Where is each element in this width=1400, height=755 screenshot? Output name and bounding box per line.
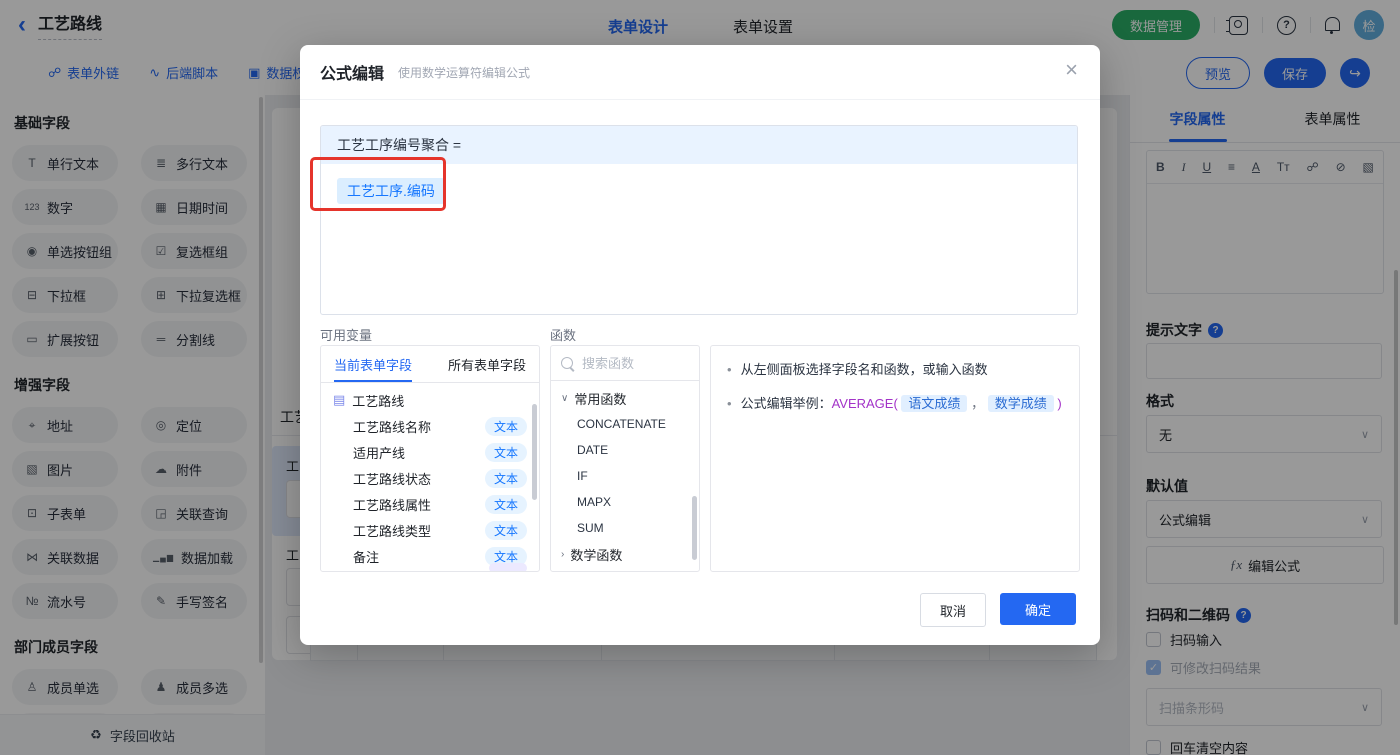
tip-text: 公式编辑举例：AVERAGE( 语文成绩 ， 数学成绩 ): [741, 394, 1062, 414]
chevron-right-icon: ›: [561, 548, 565, 560]
example-prefix: 公式编辑举例：: [740, 396, 832, 411]
variable-row[interactable]: 工艺路线名称 文本: [321, 413, 539, 439]
formula-target: 工艺工序编号聚合 =: [321, 126, 1077, 164]
chevron-down-icon: ∨: [561, 392, 569, 404]
separator: ，: [971, 396, 985, 411]
variable-name: 工艺路线名称: [353, 419, 432, 435]
type-badge: 文本: [484, 468, 527, 488]
bullet-icon: •: [727, 362, 732, 377]
tree-root-form[interactable]: ▤ 工艺路线: [321, 387, 539, 413]
function-group-math[interactable]: › 数学函数: [551, 541, 699, 567]
tab-current-form-fields[interactable]: 当前表单字段: [334, 346, 413, 382]
example-field-tag: 数学成绩: [987, 395, 1054, 412]
formula-edit-modal: 公式编辑 使用数学运算符编辑公式 × 工艺工序编号聚合 = 工艺工序.编码 可用…: [300, 45, 1100, 645]
variable-row[interactable]: 工艺路线属性 文本: [321, 491, 539, 517]
group-label: 文本函数: [570, 571, 622, 572]
function-item[interactable]: IF: [551, 463, 699, 489]
tips-panel: • 从左侧面板选择字段名和函数，或输入函数 • 公式编辑举例：AVERAGE( …: [710, 345, 1080, 572]
group-label: 数学函数: [570, 547, 623, 563]
variable-row[interactable]: 工艺路线类型 文本: [321, 517, 539, 543]
functions-label: 函数: [550, 328, 577, 343]
variable-name: 工艺路线类型: [353, 523, 432, 539]
tree-root-label: 工艺路线: [352, 393, 405, 409]
variable-name: 适用产线: [353, 445, 406, 461]
confirm-button[interactable]: 确定: [1000, 593, 1076, 625]
function-name: AVERAGE(: [831, 396, 898, 411]
function-group-common[interactable]: ∨ 常用函数: [551, 385, 699, 411]
bullet-icon: •: [727, 396, 732, 411]
type-badge: 文本: [484, 520, 527, 540]
app-screen: ‹ 工艺路线 表单设计 表单设置 数据管理 ? 检 ☍ 表单外链 ∿ 后端脚本: [0, 0, 1400, 755]
group-label: 常用函数: [574, 391, 627, 407]
modal-header: 公式编辑 使用数学运算符编辑公式 ×: [300, 45, 1100, 100]
cut-off-type-badge: [489, 563, 527, 571]
variable-row[interactable]: 备注 文本: [321, 543, 539, 571]
function-search-input[interactable]: [580, 354, 684, 372]
formula-field-token[interactable]: 工艺工序.编码: [337, 178, 445, 204]
type-badge: 文本: [484, 494, 527, 514]
tip-line-1: • 从左侧面板选择字段名和函数，或输入函数: [727, 360, 1063, 380]
variables-scrollbar[interactable]: [532, 404, 537, 500]
modal-subtitle: 使用数学运算符编辑公式: [398, 65, 531, 80]
functions-scrollbar[interactable]: [692, 496, 697, 560]
variables-label: 可用变量: [320, 328, 373, 343]
modal-title: 公式编辑: [320, 66, 385, 83]
function-item[interactable]: DATE: [551, 437, 699, 463]
function-close: ): [1057, 396, 1062, 411]
function-item[interactable]: MAPX: [551, 489, 699, 515]
variable-name: 工艺路线状态: [353, 471, 432, 487]
function-item[interactable]: CONCATENATE: [551, 411, 699, 437]
variable-row[interactable]: 适用产线 文本: [321, 439, 539, 465]
example-field-tag: 语文成绩: [901, 395, 968, 412]
function-item[interactable]: SUM: [551, 515, 699, 541]
functions-panel: ∨ 常用函数 CONCATENATE DATE IF MAPX SUM › 数学…: [550, 345, 700, 572]
tab-all-form-fields[interactable]: 所有表单字段: [448, 346, 526, 382]
tip-text: 从左侧面板选择字段名和函数，或输入函数: [740, 362, 988, 377]
variables-panel: 当前表单字段 所有表单字段 ▤ 工艺路线 工艺路线名称 文本 适用产线 文本 工艺路…: [320, 345, 540, 572]
variable-row[interactable]: 工艺路线状态 文本: [321, 465, 539, 491]
cancel-button[interactable]: 取消: [920, 593, 986, 627]
search-icon: [561, 357, 573, 369]
form-doc-icon: ▤: [333, 392, 346, 407]
type-badge: 文本: [484, 442, 527, 462]
close-icon[interactable]: ×: [1065, 59, 1078, 81]
function-search: [551, 346, 699, 381]
function-group-text[interactable]: › 文本函数: [551, 567, 699, 572]
variable-name: 备注: [353, 549, 380, 565]
formula-editor[interactable]: 工艺工序编号聚合 = 工艺工序.编码: [320, 125, 1078, 315]
tip-line-2: • 公式编辑举例：AVERAGE( 语文成绩 ， 数学成绩 ): [727, 394, 1063, 414]
type-badge: 文本: [484, 416, 527, 436]
variable-name: 工艺路线属性: [353, 497, 432, 513]
